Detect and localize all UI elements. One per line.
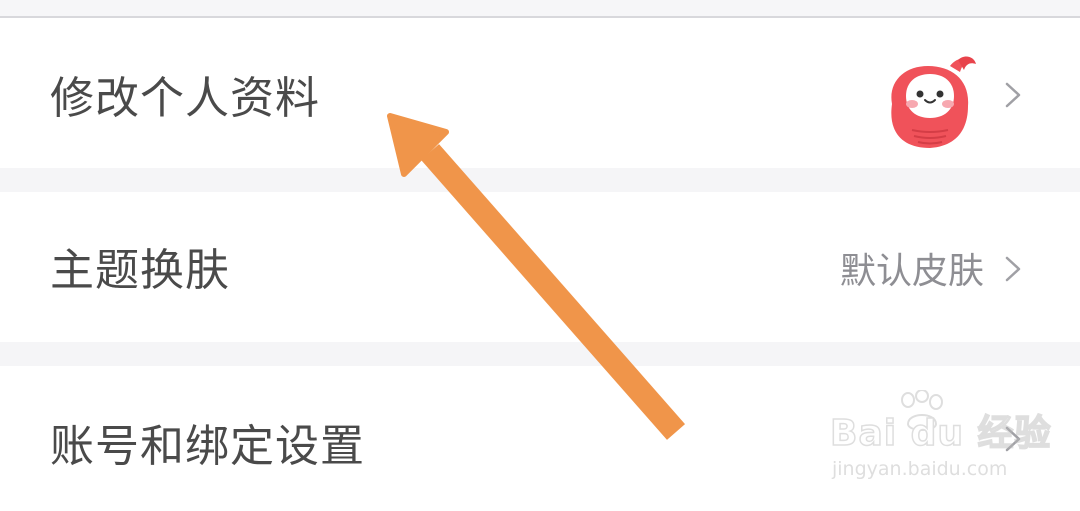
settings-screen: 修改个人资料 主题换肤 默认皮肤 账号和绑定设置 Bai du 经验 jingy…: [0, 0, 1080, 511]
watermark-brand: Bai du 经验: [829, 413, 1052, 455]
chevron-right-icon: [1005, 256, 1021, 282]
top-strip: [0, 0, 1080, 16]
settings-item-theme[interactable]: 主题换肤 默认皮肤: [0, 192, 1080, 342]
avatar: [891, 56, 976, 148]
settings-item-label: 主题换肤: [50, 245, 230, 296]
settings-item-label: 账号和绑定设置: [50, 421, 365, 472]
settings-item-label: 修改个人资料: [50, 73, 320, 124]
baidu-jingyan-watermark: Bai du 经验 jingyan.baidu.com: [829, 390, 1051, 490]
settings-item-edit-profile[interactable]: 修改个人资料: [0, 18, 1080, 168]
settings-item-value: 默认皮肤: [839, 251, 984, 292]
chevron-right-icon: [1005, 82, 1021, 108]
watermark-url: jingyan.baidu.com: [832, 458, 1008, 480]
